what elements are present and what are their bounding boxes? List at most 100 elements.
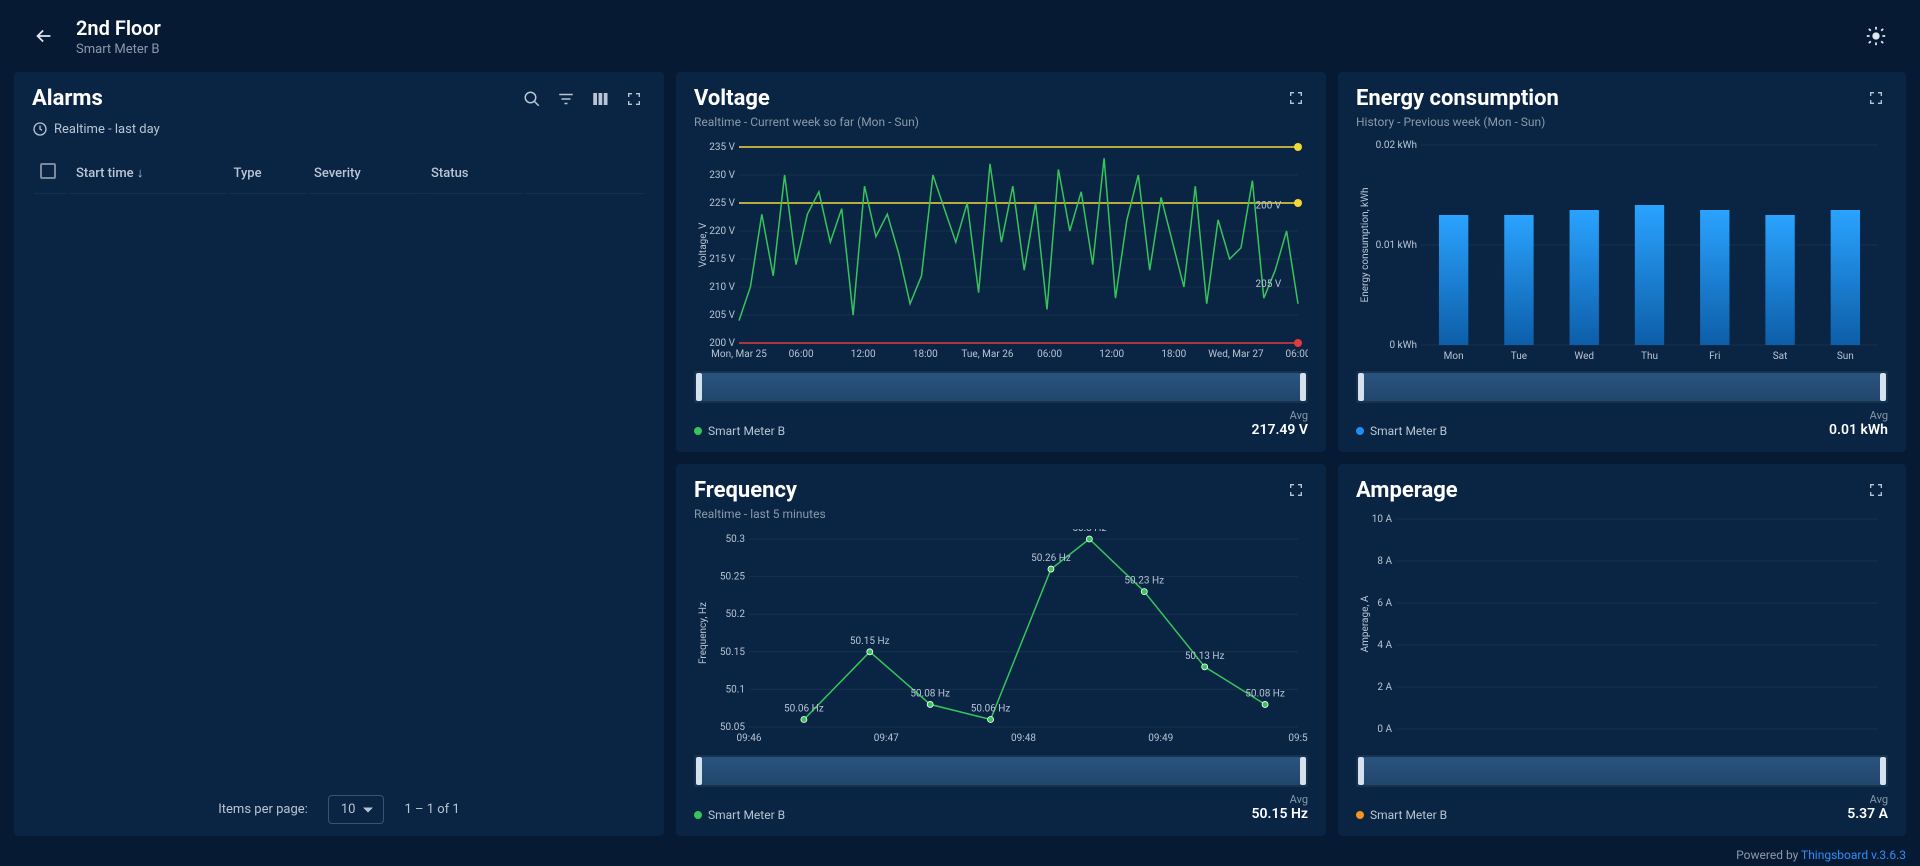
panel-amperage: Amperage 0 A2 A4 A6 A8 A10 AAmperage, A … [1338,464,1906,836]
alarms-filter[interactable] [554,87,578,111]
arrow-left-icon [33,25,55,47]
svg-text:50.05: 50.05 [720,722,745,733]
svg-text:205 V: 205 V [1256,279,1282,290]
svg-text:09:5: 09:5 [1288,733,1308,744]
energy-title: Energy consumption [1356,86,1559,111]
page-size-select[interactable]: 10 [328,795,385,824]
svg-text:6 A: 6 A [1377,598,1392,609]
svg-text:50.06 Hz: 50.06 Hz [971,703,1011,714]
svg-text:Sat: Sat [1773,351,1788,362]
col-type[interactable]: Type [228,153,307,194]
energy-legend: Smart Meter B [1356,424,1447,438]
energy-brush[interactable] [1356,371,1888,403]
powered-by: Powered by Thingsboard v.3.6.3 [1736,848,1906,862]
select-all-checkbox[interactable] [40,163,56,179]
svg-text:205 V: 205 V [709,310,735,321]
svg-text:50.23 Hz: 50.23 Hz [1124,576,1164,587]
svg-text:225 V: 225 V [709,198,735,209]
svg-text:Wed: Wed [1574,351,1594,362]
svg-text:4 A: 4 A [1377,640,1392,651]
svg-text:06:00: 06:00 [1286,349,1308,360]
svg-text:50.15: 50.15 [720,647,745,658]
back-button[interactable] [24,16,64,56]
svg-text:220 V: 220 V [709,226,735,237]
svg-text:Fri: Fri [1709,351,1720,362]
voltage-brush[interactable] [694,371,1308,403]
svg-text:50.3 Hz: 50.3 Hz [1072,529,1106,534]
amperage-chart[interactable]: 0 A2 A4 A6 A8 A10 AAmperage, A [1356,511,1888,749]
voltage-chart[interactable]: 200 V205 V210 V215 V220 V225 V230 V235 V… [694,137,1308,365]
col-status[interactable]: Status [425,153,522,194]
svg-text:235 V: 235 V [709,142,735,153]
svg-text:50.13 Hz: 50.13 Hz [1185,651,1225,662]
svg-text:09:46: 09:46 [737,733,762,744]
svg-text:Wed, Mar 27: Wed, Mar 27 [1208,349,1264,360]
svg-text:210 V: 210 V [709,282,735,293]
svg-text:50.25: 50.25 [720,572,745,583]
svg-text:50.3: 50.3 [726,534,746,545]
svg-text:0 kWh: 0 kWh [1389,340,1417,351]
svg-text:Frequency, Hz: Frequency, Hz [698,602,709,664]
svg-text:Amperage, A: Amperage, A [1360,595,1371,652]
svg-text:230 V: 230 V [709,170,735,181]
svg-text:09:47: 09:47 [874,733,899,744]
arrow-down-icon: ↓ [137,166,144,181]
svg-text:50.26 Hz: 50.26 Hz [1031,553,1071,564]
alarms-subtitle: Realtime - last day [32,121,646,137]
amperage-fullscreen[interactable] [1864,478,1888,502]
amperage-avg-label: Avg [1847,793,1888,806]
alarms-fullscreen[interactable] [622,87,646,111]
amperage-brush[interactable] [1356,755,1888,787]
voltage-fullscreen[interactable] [1284,86,1308,110]
svg-text:0.01 kWh: 0.01 kWh [1376,240,1417,251]
energy-avg-label: Avg [1829,409,1888,422]
panel-voltage: Voltage Realtime - Current week so far (… [676,72,1326,452]
frequency-avg-value: 50.15 Hz [1252,806,1308,822]
svg-text:Voltage, V: Voltage, V [698,222,709,267]
dashboard-grid: Voltage Realtime - Current week so far (… [0,72,1920,842]
theme-toggle[interactable] [1856,16,1896,56]
frequency-chart[interactable]: 50.0550.150.1550.250.2550.3Frequency, Hz… [694,529,1308,749]
alarms-title: Alarms [32,86,103,111]
columns-icon [591,90,609,108]
voltage-avg-label: Avg [1251,409,1308,422]
frequency-legend: Smart Meter B [694,808,785,822]
col-severity[interactable]: Severity [308,153,423,194]
frequency-brush[interactable] [694,755,1308,787]
svg-text:18:00: 18:00 [913,349,938,360]
frequency-fullscreen[interactable] [1284,478,1308,502]
clock-icon [32,121,48,137]
fullscreen-icon [1288,482,1304,498]
svg-text:50.08 Hz: 50.08 Hz [1245,688,1285,699]
col-start[interactable]: Start time ↓ [70,153,226,194]
energy-avg-value: 0.01 kWh [1829,422,1888,438]
svg-text:06:00: 06:00 [789,349,814,360]
sun-icon [1865,25,1887,47]
svg-text:50.06 Hz: 50.06 Hz [784,703,824,714]
energy-chart[interactable]: 0 kWh 0.01 kWh 0.02 kWh Energy consumption,… [1356,137,1888,365]
voltage-legend: Smart Meter B [694,424,785,438]
voltage-subtitle: Realtime - Current week so far (Mon - Su… [694,115,919,129]
alarms-search[interactable] [520,87,544,111]
svg-text:50.2: 50.2 [726,609,746,620]
energy-fullscreen[interactable] [1864,86,1888,110]
svg-text:12:00: 12:00 [851,349,876,360]
svg-text:18:00: 18:00 [1161,349,1186,360]
amperage-avg-value: 5.37 A [1847,806,1888,822]
product-link[interactable]: Thingsboard v.3.6.3 [1801,848,1906,862]
frequency-avg-label: Avg [1252,793,1308,806]
svg-text:12:00: 12:00 [1099,349,1124,360]
svg-text:Energy consumption, kWh: Energy consumption, kWh [1360,188,1371,303]
fullscreen-icon [626,91,642,107]
svg-text:2 A: 2 A [1377,682,1392,693]
alarms-columns[interactable] [588,87,612,111]
svg-text:0 A: 0 A [1377,724,1392,735]
search-icon [523,90,541,108]
svg-text:0.02 kWh: 0.02 kWh [1376,140,1417,151]
pagination: Items per page: 10 1 – 1 of 1 [14,795,664,824]
header-titles: 2nd Floor Smart Meter B [76,16,1856,57]
fullscreen-icon [1868,90,1884,106]
amperage-legend: Smart Meter B [1356,808,1447,822]
fullscreen-icon [1288,90,1304,106]
svg-text:200 V: 200 V [1256,201,1282,212]
